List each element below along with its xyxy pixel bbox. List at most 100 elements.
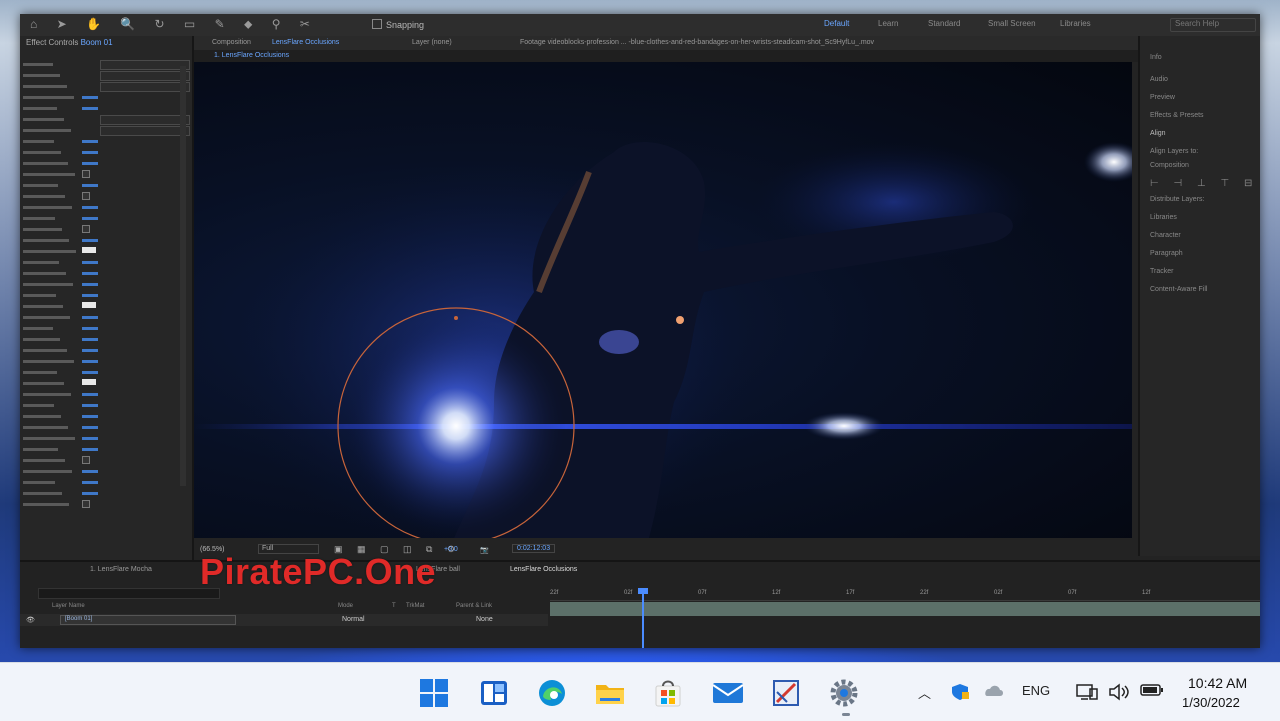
property-value[interactable] xyxy=(82,162,98,165)
effect-property-row[interactable] xyxy=(20,302,188,311)
composition-name-tab[interactable]: LensFlare Occlusions xyxy=(272,39,339,46)
effect-property-row[interactable] xyxy=(20,137,188,146)
right-panel-item[interactable]: Audio xyxy=(1150,76,1168,83)
right-panel-item[interactable]: Tracker xyxy=(1150,268,1173,275)
edge-icon[interactable] xyxy=(536,677,568,709)
cloud-icon[interactable] xyxy=(982,683,1004,700)
effect-property-row[interactable] xyxy=(20,203,188,212)
column-t[interactable]: T xyxy=(392,603,396,609)
effect-property-row[interactable] xyxy=(20,280,188,289)
property-value[interactable] xyxy=(82,96,98,99)
right-panel-item[interactable]: Paragraph xyxy=(1150,250,1183,257)
property-value[interactable] xyxy=(82,239,98,242)
property-checkbox[interactable] xyxy=(82,225,90,233)
property-value[interactable] xyxy=(82,470,98,473)
mail-icon[interactable] xyxy=(712,677,744,709)
timeline-tab-occlusions[interactable]: LensFlare Occlusions xyxy=(510,566,577,573)
property-value[interactable] xyxy=(82,360,98,363)
right-panel-item[interactable]: Composition xyxy=(1150,162,1189,169)
property-value[interactable] xyxy=(82,217,98,220)
effect-property-row[interactable] xyxy=(20,313,188,322)
effect-property-row[interactable] xyxy=(20,346,188,355)
time-ruler[interactable]: 22f 02f 07f 12f 17f 22f 02f 07f 12f xyxy=(550,588,1260,601)
store-icon[interactable] xyxy=(652,677,684,709)
color-swatch[interactable] xyxy=(82,302,96,308)
property-value[interactable] xyxy=(82,283,98,286)
clock-time[interactable]: 10:42 AM xyxy=(1188,675,1247,691)
property-value[interactable] xyxy=(82,338,98,341)
effect-property-row[interactable] xyxy=(20,82,190,92)
effect-property-row[interactable] xyxy=(20,126,190,136)
property-value[interactable] xyxy=(82,151,98,154)
effect-property-row[interactable] xyxy=(20,148,188,157)
layer-visibility-icon[interactable]: 👁 xyxy=(26,616,35,624)
effect-controls-scrollbar[interactable] xyxy=(180,66,186,486)
color-swatch[interactable] xyxy=(82,247,96,253)
chevron-up-icon[interactable]: ︿ xyxy=(918,683,931,702)
column-mode[interactable]: Mode xyxy=(338,603,353,609)
timeline-search-input[interactable] xyxy=(38,588,220,599)
property-value[interactable] xyxy=(82,327,98,330)
effect-property-row[interactable] xyxy=(20,412,188,421)
workspace-libraries[interactable]: Libraries xyxy=(1060,19,1091,28)
property-button[interactable] xyxy=(100,126,190,136)
timeline-tab-mocha[interactable]: 1. LensFlare Mocha xyxy=(90,566,152,573)
start-icon[interactable] xyxy=(418,677,450,709)
snapping-toggle[interactable]: Snapping xyxy=(372,19,424,30)
composition-viewer[interactable] xyxy=(194,62,1132,538)
property-value[interactable] xyxy=(82,371,98,374)
footage-panel-label[interactable]: Footage videoblocks-profession ... -blue… xyxy=(520,39,874,46)
current-timecode[interactable]: 0:02:12:03 xyxy=(512,544,556,553)
property-checkbox[interactable] xyxy=(82,170,90,178)
property-value[interactable] xyxy=(82,261,98,264)
property-checkbox[interactable] xyxy=(82,500,90,508)
property-button[interactable] xyxy=(100,60,190,70)
property-value[interactable] xyxy=(82,349,98,352)
property-value[interactable] xyxy=(82,437,98,440)
timeline-layer-row[interactable]: 👁 [Boom 01] Normal None xyxy=(20,614,548,626)
property-checkbox[interactable] xyxy=(82,192,90,200)
effect-property-row[interactable] xyxy=(20,60,190,70)
workspace-small-screen[interactable]: Small Screen xyxy=(988,19,1036,28)
layer-mode[interactable]: Normal xyxy=(342,616,365,623)
snapping-checkbox[interactable] xyxy=(372,19,382,29)
effect-property-row[interactable] xyxy=(20,258,188,267)
language-indicator[interactable]: ENG xyxy=(1022,683,1050,698)
settings-icon[interactable] xyxy=(828,677,860,709)
layer-name[interactable]: [Boom 01] xyxy=(60,615,236,625)
effect-property-row[interactable] xyxy=(20,71,190,81)
color-swatch[interactable] xyxy=(82,379,96,385)
right-panel-item[interactable]: Character xyxy=(1150,232,1181,239)
column-trkmat[interactable]: TrkMat xyxy=(406,603,424,609)
effect-property-row[interactable] xyxy=(20,456,188,465)
effect-property-row[interactable] xyxy=(20,423,188,432)
tool-icons[interactable]: ⌂ ➤ ✋ 🔍 ↻ ▭ ✎ ⬥ ⚲ ✂ xyxy=(30,17,318,32)
column-layer-name[interactable]: Layer Name xyxy=(52,603,85,609)
workspace-standard[interactable]: Standard xyxy=(928,19,960,28)
right-panel-item[interactable]: Info xyxy=(1150,54,1162,61)
property-value[interactable] xyxy=(82,492,98,495)
effect-property-row[interactable] xyxy=(20,93,188,102)
right-panel-item[interactable]: Libraries xyxy=(1150,214,1177,221)
effect-property-row[interactable] xyxy=(20,390,188,399)
flare-anchor-point[interactable] xyxy=(676,316,684,324)
effect-property-row[interactable] xyxy=(20,115,190,125)
layer-parent[interactable]: None xyxy=(476,616,493,623)
battery-icon[interactable] xyxy=(1140,683,1164,700)
playhead-handle[interactable] xyxy=(638,588,648,594)
effect-property-row[interactable] xyxy=(20,192,188,201)
flare-ring-handle[interactable] xyxy=(454,316,458,320)
effect-property-row[interactable] xyxy=(20,247,188,256)
effect-property-row[interactable] xyxy=(20,225,188,234)
file-explorer-icon[interactable] xyxy=(594,677,626,709)
align-icons[interactable]: ⊢ ⊣ ⊥ ⊤ ⊟ xyxy=(1150,178,1258,189)
effect-property-row[interactable] xyxy=(20,379,188,388)
property-value[interactable] xyxy=(82,481,98,484)
effect-property-row[interactable] xyxy=(20,291,188,300)
composition-panel-label[interactable]: Composition xyxy=(212,39,251,46)
right-panel-item[interactable]: Align Layers to: xyxy=(1150,148,1198,155)
effect-property-row[interactable] xyxy=(20,357,188,366)
property-value[interactable] xyxy=(82,316,98,319)
composition-breadcrumb-item[interactable]: 1. LensFlare Occlusions xyxy=(214,52,289,59)
workspace-learn[interactable]: Learn xyxy=(878,19,898,28)
